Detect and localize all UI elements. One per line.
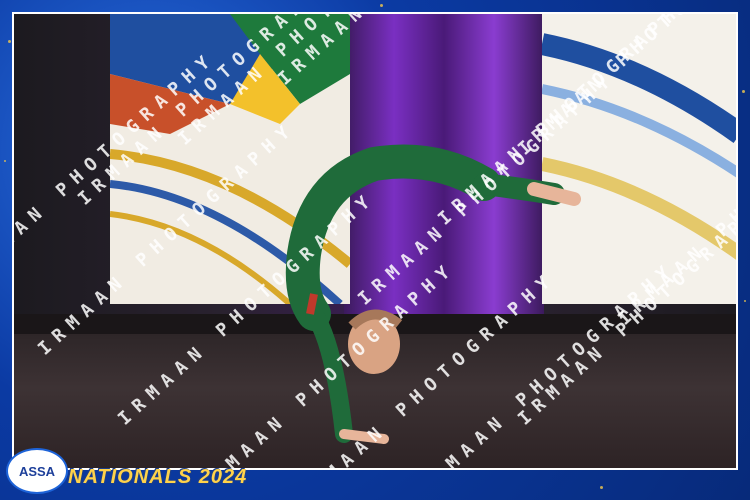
gymnast-figure (285, 144, 581, 444)
sparkle (8, 40, 11, 43)
event-title: NATIONALS 2024 (68, 466, 248, 488)
assa-logo: ASSA (6, 448, 68, 494)
performance-photo: IRMAAN PHOTOGRAPHY IRMAAN PHOTOGRAPHY IR… (12, 12, 738, 470)
sparkle (600, 486, 603, 489)
sparkle (380, 4, 383, 7)
sparkle (742, 90, 745, 93)
sparkle (744, 300, 746, 302)
sparkle (4, 160, 6, 162)
